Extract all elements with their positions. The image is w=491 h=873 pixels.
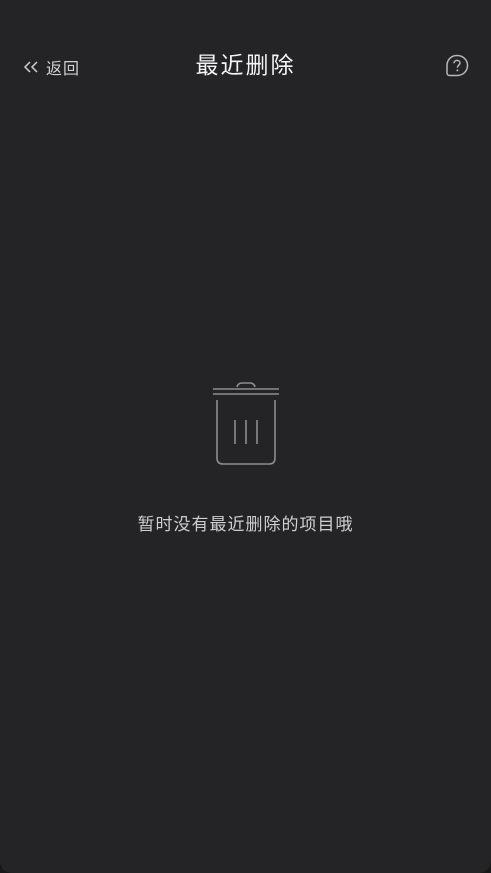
double-chevron-left-icon	[23, 61, 38, 73]
trash-can-icon	[212, 382, 279, 465]
help-button[interactable]	[444, 53, 470, 79]
back-label: 返回	[46, 59, 81, 78]
empty-state-message: 暂时没有最近删除的项目哦	[137, 515, 354, 535]
back-button[interactable]: 返回	[22, 54, 80, 80]
empty-state: 暂时没有最近删除的项目哦	[0, 380, 491, 535]
top-navigation-bar: 返回 最近删除	[0, 40, 491, 96]
recently-deleted-screen: 返回 最近删除 暂时没有最近删除的项目哦	[0, 0, 491, 873]
question-bubble-icon	[446, 54, 469, 77]
